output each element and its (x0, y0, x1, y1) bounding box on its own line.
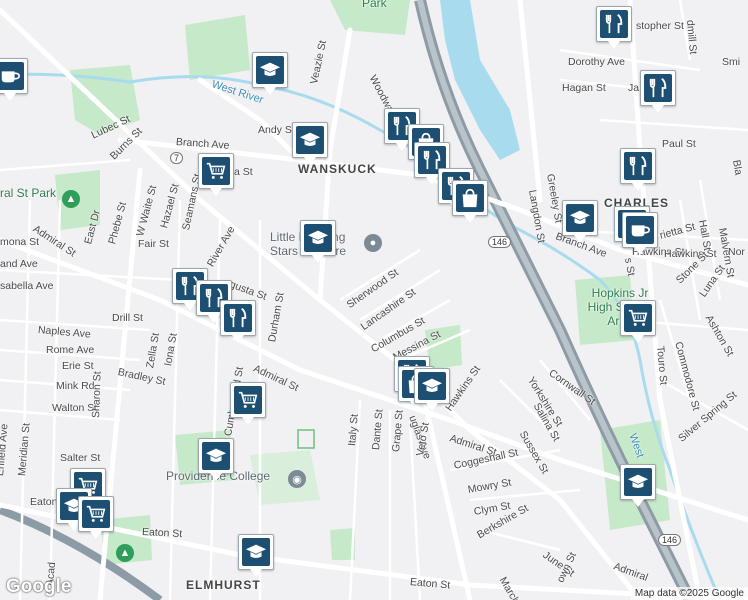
street-label: Ja (628, 82, 640, 94)
cafe-icon (626, 216, 654, 244)
grocery-marker[interactable] (78, 496, 114, 539)
street-label: Nor (728, 246, 745, 258)
street-label: stopher St (636, 20, 684, 32)
shopping-icon (456, 184, 484, 212)
university-icon: ◉ (288, 470, 306, 488)
street-label: a St (234, 166, 253, 178)
park-icon: ▲ (116, 544, 134, 562)
school-icon (202, 442, 230, 470)
grocery-marker[interactable] (620, 300, 656, 343)
restaurant-marker[interactable] (640, 70, 676, 113)
school-icon (624, 468, 652, 496)
school-icon (296, 126, 324, 154)
school-icon (242, 538, 270, 566)
school-icon (418, 372, 446, 400)
school-marker[interactable] (300, 220, 336, 263)
street-label: Erie St (62, 360, 94, 372)
street-label: Rome Ave (46, 344, 95, 356)
street-label: Hagan St (562, 82, 606, 94)
street-label: mona St (0, 236, 40, 248)
school-marker[interactable] (620, 464, 656, 507)
school-icon (256, 56, 284, 84)
cafe-marker[interactable] (0, 58, 28, 101)
school-marker[interactable] (252, 52, 288, 95)
street-label: Eaton St (141, 526, 183, 541)
cafe-marker[interactable] (622, 212, 658, 255)
school-marker[interactable] (198, 438, 234, 481)
street-label: Drill St (112, 312, 143, 324)
sports-field (297, 429, 315, 449)
school-icon (304, 224, 332, 252)
school-marker[interactable] (238, 534, 274, 577)
street-label: Andy St (258, 124, 295, 136)
daycare-icon: ● (364, 234, 382, 252)
restaurant-icon (600, 10, 628, 38)
school-marker[interactable] (414, 368, 450, 411)
park-area (185, 15, 250, 80)
street-label: Smi (722, 56, 741, 68)
restaurant-icon (624, 152, 652, 180)
park-label: ral St Park (0, 186, 57, 200)
park-icon: ▲ (62, 190, 80, 208)
restaurant-icon (644, 74, 672, 102)
restaurant-marker[interactable] (220, 300, 256, 343)
restaurant-marker[interactable] (596, 6, 632, 49)
google-logo: Google (6, 576, 72, 597)
grocery-icon (234, 386, 262, 414)
school-marker[interactable] (292, 122, 328, 165)
cafe-icon (0, 62, 24, 90)
restaurant-marker[interactable] (620, 148, 656, 191)
grocery-icon (624, 304, 652, 332)
street-label: Salter St (60, 452, 101, 464)
street-label: and Ave (0, 258, 38, 270)
grocery-icon (82, 500, 110, 528)
pond (440, 0, 520, 160)
neighborhood-label: ELMHURST (186, 578, 261, 592)
grocery-marker[interactable] (230, 382, 266, 425)
route-shield: 7 (170, 152, 184, 164)
street-label: Sharon St (90, 371, 104, 419)
street-label: Dorothy Ave (568, 56, 626, 68)
route-shield: 146 (488, 236, 512, 248)
park-label: Park (362, 0, 387, 10)
grocery-marker[interactable] (198, 153, 234, 196)
restaurant-icon (224, 304, 252, 332)
grocery-icon (202, 157, 230, 185)
street-label: Fair St (138, 238, 169, 250)
map-canvas[interactable]: WANSKUCK CHARLES ELMHURST West River Wes… (0, 0, 748, 600)
street-label: Paul St (662, 138, 696, 150)
school-marker[interactable] (562, 200, 598, 243)
shopping-marker[interactable] (452, 180, 488, 223)
street-label: Mink Rd (56, 380, 95, 392)
street-label: Bla (730, 158, 745, 176)
map-attribution[interactable]: Map data ©2025 Google (630, 587, 748, 600)
street-label: Eaton (30, 496, 58, 508)
route-shield: 146 (658, 534, 682, 546)
school-icon (566, 204, 594, 232)
street-label: sabella Ave (0, 280, 54, 292)
